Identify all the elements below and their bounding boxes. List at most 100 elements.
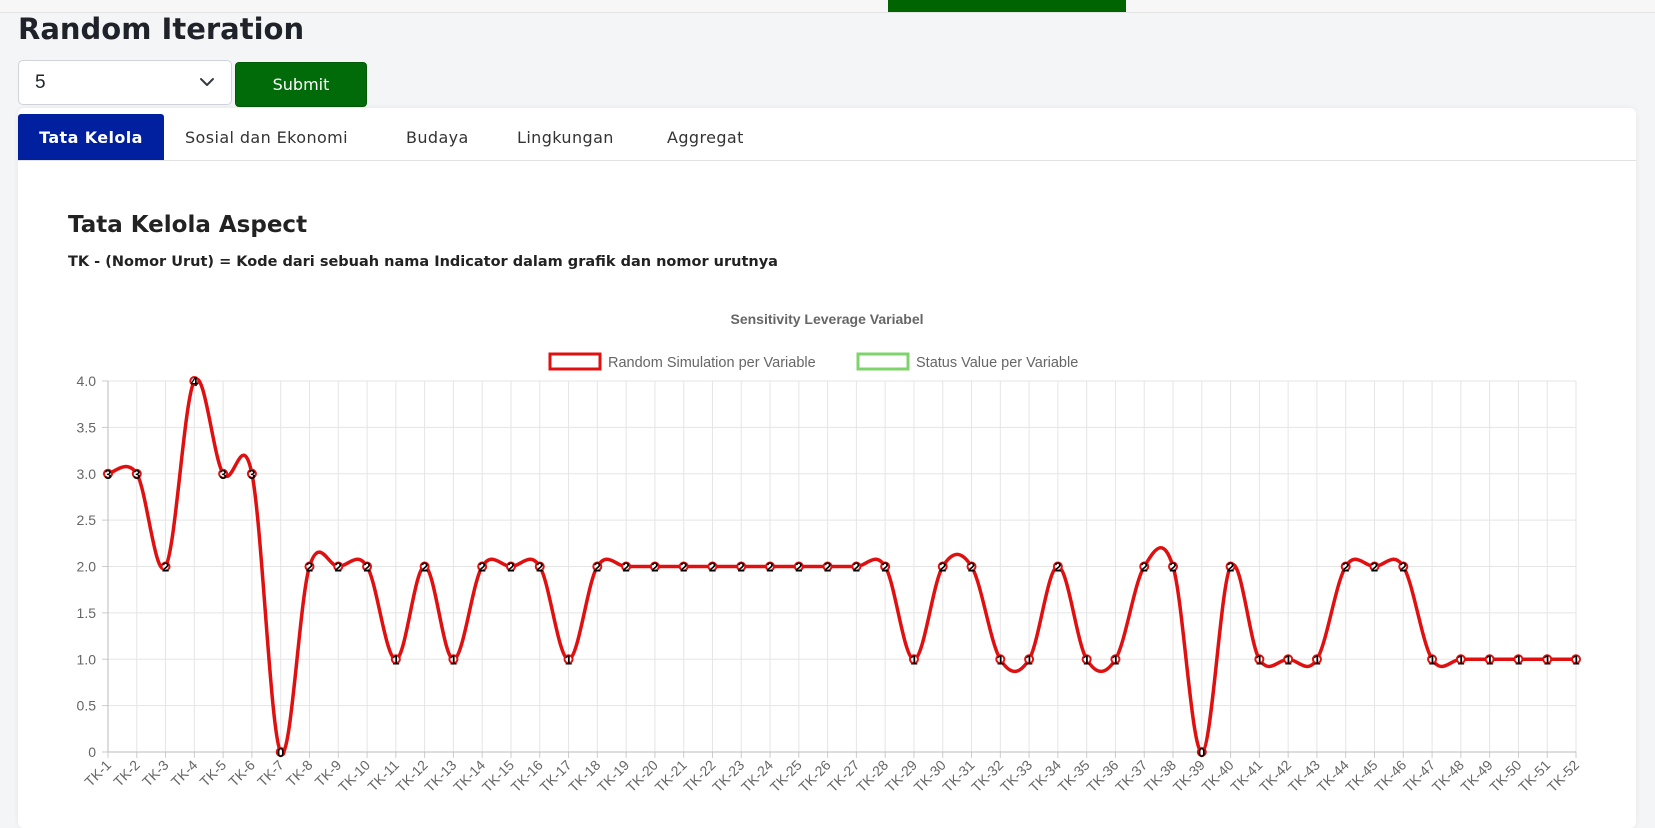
data-label: 2	[709, 560, 716, 575]
x-tick-label: TK-32	[968, 757, 1006, 795]
chart-legend: Random Simulation per Variable Status Val…	[548, 352, 1078, 371]
data-label: 1	[1256, 652, 1263, 667]
data-label: 1	[997, 652, 1004, 667]
y-tick-label: 3.5	[77, 419, 97, 435]
x-tick-label: TK-13	[421, 757, 459, 795]
x-tick-label: TK-30	[911, 757, 949, 795]
data-label: 2	[1169, 560, 1176, 575]
data-label: 3	[220, 467, 227, 482]
data-label: 3	[248, 467, 255, 482]
data-label: 2	[1342, 560, 1349, 575]
y-tick-label: 2.5	[77, 512, 97, 528]
x-tick-label: TK-44	[1314, 757, 1352, 795]
y-tick-label: 3.0	[77, 466, 97, 482]
chart-axes: 00.51.01.52.02.53.03.54.0TK-1TK-2TK-3TK-…	[77, 373, 1583, 795]
x-tick-label: TK-2	[110, 757, 143, 790]
data-label: 2	[1400, 560, 1407, 575]
x-tick-label: TK-19	[594, 757, 632, 795]
x-tick-label: TK-33	[997, 757, 1035, 795]
x-tick-label: TK-41	[1227, 757, 1265, 795]
data-label: 2	[421, 560, 428, 575]
data-label: 2	[766, 560, 773, 575]
data-label: 3	[133, 467, 140, 482]
y-tick-label: 1.5	[77, 605, 97, 621]
data-label: 4	[191, 374, 199, 389]
data-label: 2	[507, 560, 514, 575]
x-tick-label: TK-31	[939, 757, 977, 795]
y-tick-label: 2.0	[77, 559, 97, 575]
x-tick-label: TK-12	[392, 757, 430, 795]
x-tick-label: TK-14	[450, 757, 488, 795]
data-label: 1	[1313, 652, 1320, 667]
legend-swatch	[548, 352, 602, 371]
x-tick-label: TK-18	[565, 757, 603, 795]
data-label: 1	[565, 652, 572, 667]
x-tick-label: TK-8	[283, 757, 316, 790]
data-label: 1	[1457, 652, 1464, 667]
data-label: 2	[738, 560, 745, 575]
x-tick-label: TK-49	[1457, 757, 1495, 795]
data-label: 1	[392, 652, 399, 667]
x-tick-label: TK-6	[225, 757, 258, 790]
x-tick-label: TK-35	[1055, 757, 1093, 795]
data-label: 2	[651, 560, 658, 575]
x-tick-label: TK-23	[709, 757, 747, 795]
data-label: 2	[363, 560, 370, 575]
y-tick-label: 1.0	[77, 651, 97, 667]
data-label: 2	[1371, 560, 1378, 575]
x-tick-label: TK-10	[335, 757, 373, 795]
x-tick-label: TK-7	[254, 757, 287, 790]
data-label: 0	[277, 745, 284, 760]
data-label: 3	[104, 467, 111, 482]
x-tick-label: TK-43	[1285, 757, 1323, 795]
x-tick-label: TK-15	[479, 757, 517, 795]
data-label: 2	[306, 560, 313, 575]
chart-title: Sensitivity Leverage Variabel	[731, 311, 924, 327]
y-tick-label: 0	[88, 744, 96, 760]
x-tick-label: TK-50	[1486, 757, 1524, 795]
x-tick-label: TK-40	[1198, 757, 1236, 795]
legend-label: Random Simulation per Variable	[608, 355, 816, 371]
data-label: 2	[824, 560, 831, 575]
x-tick-label: TK-34	[1026, 757, 1064, 795]
data-label: 2	[795, 560, 802, 575]
data-label: 2	[853, 560, 860, 575]
data-label: 2	[1054, 560, 1061, 575]
data-label: 1	[1486, 652, 1493, 667]
x-tick-label: TK-20	[623, 757, 661, 795]
data-label: 1	[1428, 652, 1435, 667]
x-tick-label: TK-16	[508, 757, 546, 795]
x-tick-label: TK-25	[767, 757, 805, 795]
data-label: 2	[594, 560, 601, 575]
data-label: 1	[1083, 652, 1090, 667]
data-label: 1	[1285, 652, 1292, 667]
data-label: 2	[680, 560, 687, 575]
data-label: 2	[882, 560, 889, 575]
data-label: 1	[1515, 652, 1522, 667]
y-tick-label: 4.0	[77, 373, 97, 389]
data-label: 2	[536, 560, 543, 575]
x-tick-label: TK-3	[139, 757, 172, 790]
data-label: 0	[1198, 745, 1205, 760]
data-label: 2	[968, 560, 975, 575]
data-label: 2	[335, 560, 342, 575]
x-tick-label: TK-37	[1112, 757, 1150, 795]
x-tick-label: TK-38	[1141, 757, 1179, 795]
data-label: 1	[1572, 652, 1579, 667]
x-tick-label: TK-46	[1371, 757, 1409, 795]
x-tick-label: TK-45	[1342, 757, 1380, 795]
data-label: 1	[1544, 652, 1551, 667]
x-tick-label: TK-5	[196, 757, 229, 790]
x-tick-label: TK-22	[680, 757, 718, 795]
x-tick-label: TK-51	[1515, 757, 1553, 795]
sensitivity-chart: 00.51.01.52.02.53.03.54.0TK-1TK-2TK-3TK-…	[77, 311, 1583, 795]
x-tick-label: TK-36	[1083, 757, 1121, 795]
data-label: 2	[479, 560, 486, 575]
x-tick-label: TK-47	[1400, 757, 1438, 795]
x-tick-label: TK-24	[738, 757, 776, 795]
x-tick-label: TK-28	[853, 757, 891, 795]
x-tick-label: TK-4	[168, 757, 201, 790]
x-tick-label: TK-52	[1544, 757, 1582, 795]
x-tick-label: TK-42	[1256, 757, 1294, 795]
legend-label: Status Value per Variable	[916, 355, 1078, 371]
